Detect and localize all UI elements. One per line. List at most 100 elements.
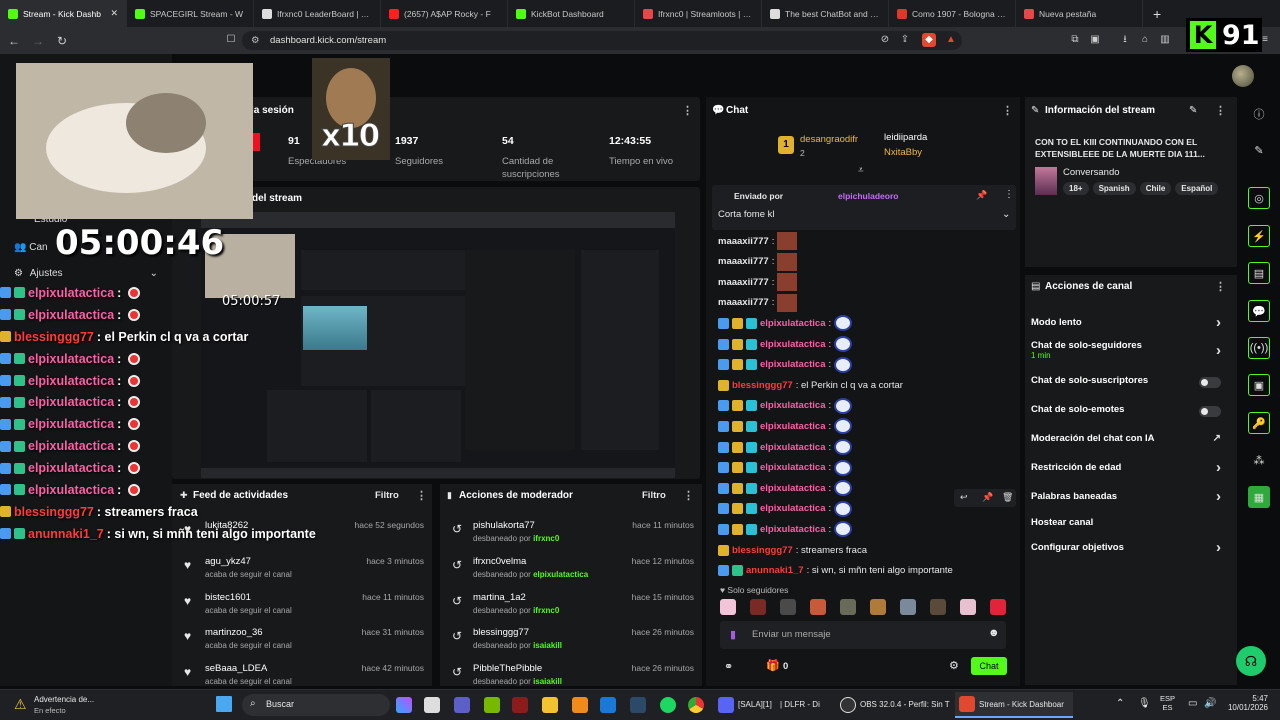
chat-username[interactable]: maaaxii777	[718, 297, 769, 308]
chat-settings-icon[interactable]: ⚙	[949, 659, 959, 672]
chat-username[interactable]: maaaxii777	[718, 236, 769, 247]
chat-username[interactable]: elpixulatactica	[760, 462, 825, 473]
external-link-icon[interactable]: ↗	[1213, 433, 1221, 444]
mod-menu-icon[interactable]: ⋮	[683, 489, 694, 502]
chat-message[interactable]: elpixulatactica:	[718, 397, 853, 415]
avatar[interactable]	[1232, 65, 1254, 87]
chat-username[interactable]: elpixulatactica	[760, 400, 825, 411]
browser-tab[interactable]: Como 1907 - Bologna FC	[889, 0, 1016, 27]
leaderboard-user-2[interactable]: leidiiparda	[884, 132, 927, 143]
nvidia-icon[interactable]	[484, 697, 500, 713]
emote-button[interactable]	[870, 599, 886, 615]
chat-message[interactable]: elpixulatactica:	[718, 335, 853, 353]
mod-action-by[interactable]: isaiakill	[533, 677, 562, 686]
back-icon[interactable]: ←	[4, 31, 24, 51]
chat-message[interactable]: elpixulatactica:	[718, 417, 853, 435]
chat-input[interactable]: ▮ Enviar un mensaje ☻	[720, 621, 1006, 649]
browser-tab[interactable]: (2657) A$AP Rocky - F	[381, 0, 508, 27]
channel-action-item[interactable]: Modo lento ›	[1031, 314, 1231, 331]
channel-action-item[interactable]: Palabras baneadas ›	[1031, 488, 1231, 505]
share-icon[interactable]: ⇪	[898, 33, 912, 47]
teams-icon[interactable]	[454, 697, 470, 713]
mod-action-item[interactable]: ↺ martina_1a2 desbaneado por ifrxnc0 hace 1…	[440, 590, 702, 624]
copilot-icon[interactable]	[396, 697, 412, 713]
chat-message[interactable]: elpixulatactica:	[718, 314, 853, 332]
forward-icon[interactable]: →	[28, 31, 48, 51]
chat-message[interactable]: blessinggg77: streamers fraca	[718, 541, 867, 559]
menu-item-settings[interactable]: ⚙ Ajustes ⌄	[14, 268, 164, 279]
eye-off-icon[interactable]: ⊘	[878, 33, 892, 47]
gift-icon[interactable]: 🎁	[766, 659, 780, 672]
vlc-icon[interactable]	[572, 697, 588, 713]
chat-message[interactable]: maaaxii777:	[718, 252, 798, 271]
pinned-menu-icon[interactable]: ⋮	[1004, 189, 1014, 200]
browser-tab[interactable]: Stream - Kick Dashb ✕	[0, 0, 127, 27]
emote-button[interactable]	[990, 599, 1006, 615]
obs-app[interactable]: OBS 32.0.4 - Perfil: Sin T	[838, 694, 950, 716]
chat-username[interactable]: elpixulatactica	[760, 318, 825, 329]
session-menu-icon[interactable]: ⋮	[682, 104, 693, 117]
chat-username[interactable]: elpixulatactica	[760, 524, 825, 535]
chat-message[interactable]: blessinggg77: el Perkin cl q va a cortar	[718, 376, 903, 394]
mod-filter-button[interactable]: Filtro	[642, 490, 666, 501]
activity-item[interactable]: ♥ bistec1601 acaba de seguir el canal hace …	[172, 590, 432, 624]
start-icon[interactable]	[216, 696, 232, 712]
bookmark-icon[interactable]: ☐	[224, 33, 238, 47]
emote-button[interactable]	[960, 599, 976, 615]
emote-button[interactable]	[750, 599, 766, 615]
toggle-switch[interactable]	[1199, 406, 1221, 417]
chevron-up-icon[interactable]: ⌃	[1116, 698, 1124, 709]
leaderboard-user-1[interactable]: desangraodifr	[800, 134, 858, 145]
support-chat-button[interactable]: ☊	[1236, 646, 1266, 676]
app-red-icon[interactable]	[512, 697, 528, 713]
chat-username[interactable]: elpixulatactica	[760, 483, 825, 494]
chat-username[interactable]: blessinggg77	[732, 380, 793, 391]
layout-icon[interactable]: ▣	[1248, 374, 1270, 396]
pencil-tool-icon[interactable]: ✎	[1248, 139, 1270, 161]
chat-message[interactable]: elpixulatactica:	[718, 500, 853, 518]
emote-button[interactable]	[900, 599, 916, 615]
channel-action-item[interactable]: Configurar objetivos ›	[1031, 539, 1231, 556]
chat-username[interactable]: elpixulatactica	[760, 503, 825, 514]
store-icon[interactable]	[424, 697, 440, 713]
apps-icon[interactable]: ⁂	[1248, 449, 1270, 471]
stream-tag[interactable]: 18+	[1063, 182, 1089, 195]
lang-indicator[interactable]: ESP ES	[1160, 694, 1175, 712]
mic-tray-icon[interactable]: 🎙	[1138, 698, 1151, 709]
url-field[interactable]: ⚙ dashboard.kick.com/stream	[242, 31, 962, 50]
chevron-down-icon[interactable]: ⌄	[1002, 209, 1010, 220]
chrome-icon[interactable]	[688, 697, 704, 713]
steam-icon[interactable]	[630, 697, 646, 713]
document-icon[interactable]: ▤	[1248, 262, 1270, 284]
folder-icon[interactable]	[542, 697, 558, 713]
browser-tab[interactable]: SPACEGIRL Stream - W	[127, 0, 254, 27]
wallet-icon[interactable]: ⌂	[1138, 33, 1152, 47]
outlook-icon[interactable]	[600, 697, 616, 713]
emoji-icon[interactable]: ☻	[988, 627, 1000, 639]
stream-tag[interactable]: Chile	[1139, 182, 1172, 195]
reply-icon[interactable]: ↩	[960, 492, 968, 503]
mod-action-item[interactable]: ↺ pishulakorta77 desbaneado por ifrxnc0 hac…	[440, 518, 702, 552]
mic-icon[interactable]: ▮	[730, 628, 736, 641]
chat-username[interactable]: elpixulatactica	[760, 442, 825, 453]
sidebar-toggle-icon[interactable]: ▥	[1158, 33, 1172, 47]
emote-button[interactable]	[810, 599, 826, 615]
info-icon[interactable]: ⓘ	[1248, 103, 1270, 125]
chat-username[interactable]: anunnaki1_7	[746, 565, 804, 576]
discord-app[interactable]: [SALA][1] | DLFR - Di	[716, 694, 828, 716]
channel-action-item[interactable]: Chat de solo-seguidores 1 min ›	[1031, 340, 1231, 360]
chat-username[interactable]: blessinggg77	[732, 545, 793, 556]
clock[interactable]: 5:47 10/01/2026	[1222, 694, 1268, 712]
warning-icon[interactable]: ⚠	[14, 696, 27, 713]
chat-message[interactable]: elpixulatactica:	[718, 459, 853, 477]
bolt-tool-icon[interactable]: ⚡	[1248, 225, 1270, 247]
chat-message[interactable]: maaaxii777:	[718, 293, 798, 312]
tab-groups-icon[interactable]: ▣	[1088, 33, 1102, 47]
browser-tab[interactable]: Ifrxnc0 LeaderBoard | The	[254, 0, 381, 27]
pin-icon[interactable]: 📌	[982, 492, 993, 503]
collapse-leaderboard-icon[interactable]: ⩡	[858, 165, 864, 176]
chat-message[interactable]: elpixulatactica:	[718, 438, 853, 456]
volume-icon[interactable]: 🔊	[1204, 698, 1216, 709]
leaderboard-user-3[interactable]: NxitaBby	[884, 147, 922, 158]
channel-action-item[interactable]: Chat de solo-emotes	[1031, 404, 1231, 418]
